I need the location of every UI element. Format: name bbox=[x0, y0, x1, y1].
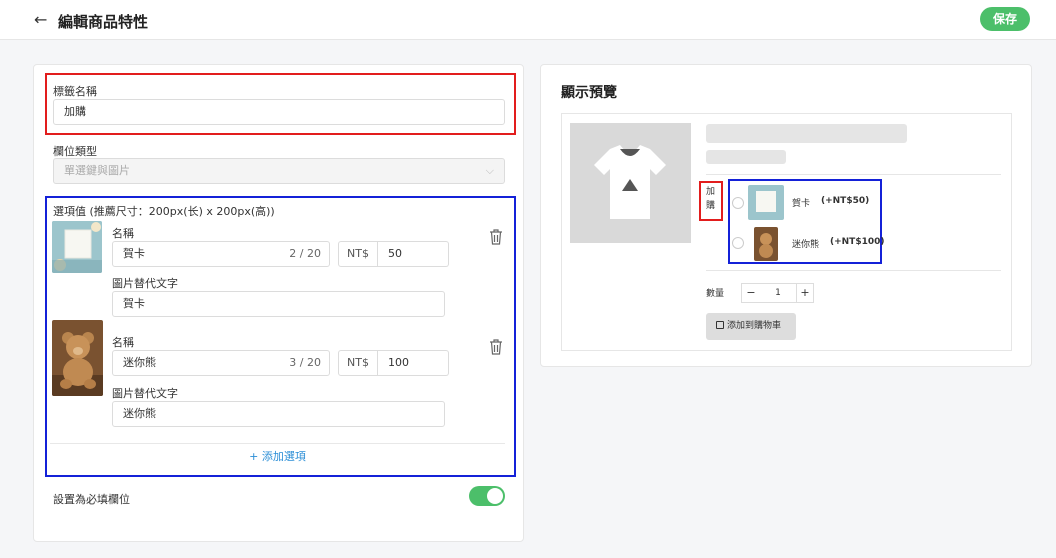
choice-name: 迷你熊 bbox=[792, 240, 820, 250]
choice-image-card bbox=[748, 185, 784, 220]
preview-option-label-text: 加購 bbox=[706, 187, 716, 211]
field-type-value: 單選鍵與圖片 bbox=[64, 164, 130, 177]
greeting-card-thumb bbox=[748, 185, 784, 220]
preview-option-label: 加購 bbox=[706, 185, 718, 213]
options-label: 選項值 (推薦尺寸：200px(长) x 200px(高)) bbox=[53, 205, 275, 218]
field-type-select[interactable]: 單選鍵與圖片 ⌵ bbox=[53, 158, 505, 184]
divider bbox=[706, 174, 1001, 175]
choice-image-bear bbox=[754, 227, 778, 261]
label-name-input[interactable]: 加購 bbox=[53, 99, 505, 125]
trash-icon[interactable] bbox=[489, 339, 503, 355]
label-name-label: 標籤名稱 bbox=[53, 85, 97, 98]
option-image-bear[interactable] bbox=[52, 320, 103, 396]
choice-price: (+NT$50) bbox=[821, 196, 870, 206]
price-placeholder bbox=[706, 150, 786, 164]
option-name-value: 迷你熊 bbox=[123, 356, 156, 369]
add-to-cart-label: 添加到購物車 bbox=[727, 321, 782, 331]
option-image-card[interactable] bbox=[52, 221, 102, 273]
option-alt-label: 圖片替代文字 bbox=[112, 277, 178, 290]
save-button[interactable]: 保存 bbox=[980, 7, 1030, 31]
option-alt-input[interactable]: 迷你熊 bbox=[112, 401, 445, 427]
title-placeholder bbox=[706, 124, 907, 143]
choice-radio[interactable] bbox=[732, 237, 744, 249]
trash-icon[interactable] bbox=[489, 229, 503, 245]
qty-input[interactable]: 1 bbox=[760, 283, 796, 303]
tshirt-icon bbox=[594, 145, 666, 219]
divider bbox=[706, 270, 1001, 271]
option-name-input[interactable]: 迷你熊 3 / 20 bbox=[112, 350, 330, 376]
choice-name: 賀卡 bbox=[792, 199, 811, 209]
option-name-input[interactable]: 賀卡 2 / 20 bbox=[112, 241, 330, 267]
option-price-input[interactable]: 100 bbox=[378, 350, 449, 376]
required-field-label: 設置為必填欄位 bbox=[53, 493, 130, 506]
qty-plus-button[interactable]: + bbox=[796, 283, 814, 303]
field-type-label: 欄位類型 bbox=[53, 145, 97, 158]
required-toggle[interactable] bbox=[469, 486, 505, 506]
arrow-left-icon[interactable]: ← bbox=[34, 10, 47, 29]
add-option-button[interactable]: + 添加選項 bbox=[50, 443, 505, 471]
greeting-card-image bbox=[52, 221, 102, 273]
option-name-label: 名稱 bbox=[112, 336, 134, 349]
choice-price: (+NT$100) bbox=[830, 237, 885, 247]
cart-icon bbox=[716, 321, 724, 329]
add-to-cart-button[interactable]: 添加到購物車 bbox=[706, 313, 796, 340]
option-alt-label: 圖片替代文字 bbox=[112, 387, 178, 400]
option-alt-input[interactable]: 賀卡 bbox=[112, 291, 445, 317]
char-counter: 3 / 20 bbox=[289, 356, 321, 369]
qty-minus-button[interactable]: − bbox=[741, 283, 761, 303]
toggle-knob bbox=[487, 488, 503, 504]
product-image-placeholder bbox=[570, 123, 691, 243]
quantity-label: 數量 bbox=[706, 289, 725, 299]
page-title: 編輯商品特性 bbox=[58, 13, 149, 31]
char-counter: 2 / 20 bbox=[289, 247, 321, 260]
currency-label: NT$ bbox=[338, 350, 378, 376]
option-price-input[interactable]: 50 bbox=[378, 241, 449, 267]
currency-label: NT$ bbox=[338, 241, 378, 267]
teddy-bear-thumb bbox=[754, 227, 778, 261]
choice-radio[interactable] bbox=[732, 197, 744, 209]
teddy-bear-image bbox=[52, 320, 103, 396]
preview-title: 顯示預覽 bbox=[561, 85, 617, 101]
option-name-value: 賀卡 bbox=[123, 247, 145, 260]
chevron-down-icon: ⌵ bbox=[485, 164, 494, 177]
option-name-label: 名稱 bbox=[112, 227, 134, 240]
top-bar: ← 編輯商品特性 保存 bbox=[0, 0, 1056, 40]
